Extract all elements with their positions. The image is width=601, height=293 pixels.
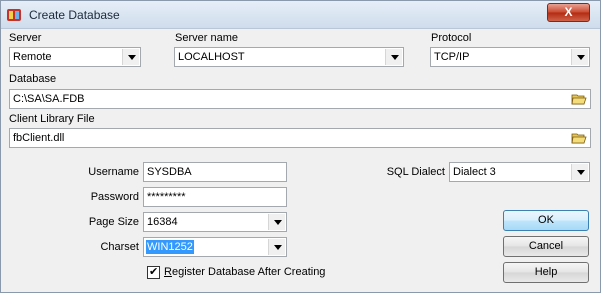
charset-label: Charset <box>100 241 139 253</box>
server-value: Remote <box>13 51 52 63</box>
server-select[interactable]: Remote <box>9 47 141 67</box>
folder-open-icon[interactable] <box>571 131 587 145</box>
window-title: Create Database <box>29 8 120 22</box>
chevron-down-icon[interactable] <box>571 164 588 180</box>
chevron-down-icon[interactable] <box>385 49 402 65</box>
client-library-field[interactable]: fbClient.dll <box>9 128 591 148</box>
help-button[interactable]: Help <box>503 262 589 283</box>
protocol-label: Protocol <box>431 32 472 44</box>
ok-button[interactable]: OK <box>503 210 589 231</box>
sql-dialect-select[interactable]: Dialect 3 <box>449 162 590 182</box>
folder-open-icon[interactable] <box>571 92 587 106</box>
page-size-value: 16384 <box>147 216 178 228</box>
protocol-value: TCP/IP <box>434 51 470 63</box>
register-mnemonic: R <box>164 266 172 278</box>
database-label: Database <box>9 73 57 85</box>
client-library-label: Client Library File <box>9 113 95 125</box>
server-name-label: Server name <box>175 32 238 44</box>
client-library-value: fbClient.dll <box>13 132 65 144</box>
close-button[interactable]: X <box>547 3 590 22</box>
password-field[interactable]: ********* <box>143 187 287 207</box>
server-name-select[interactable]: LOCALHOST <box>174 47 404 67</box>
charset-select[interactable]: WIN1252 <box>143 237 287 257</box>
database-app-icon <box>7 9 21 21</box>
database-path-field[interactable]: C:\SA\SA.FDB <box>9 89 591 109</box>
username-label: Username <box>88 166 139 178</box>
register-label-rest: egister Database After Creating <box>171 266 326 278</box>
chevron-down-icon[interactable] <box>268 214 285 230</box>
password-value: ********* <box>147 191 186 203</box>
title-bar: Create Database X <box>1 1 600 29</box>
server-name-value: LOCALHOST <box>178 51 245 63</box>
register-database-label[interactable]: Register Database After Creating <box>164 266 325 278</box>
charset-value: WIN1252 <box>146 240 194 254</box>
close-icon: X <box>564 5 573 19</box>
page-size-select[interactable]: 16384 <box>143 212 287 232</box>
sql-dialect-label: SQL Dialect <box>386 166 445 178</box>
sql-dialect-value: Dialect 3 <box>453 166 496 178</box>
register-database-checkbox[interactable] <box>147 265 160 279</box>
username-field[interactable]: SYSDBA <box>143 162 287 182</box>
database-path-value: C:\SA\SA.FDB <box>13 93 85 105</box>
server-label: Server <box>9 32 42 44</box>
password-label: Password <box>90 191 139 203</box>
protocol-select[interactable]: TCP/IP <box>430 47 590 67</box>
chevron-down-icon[interactable] <box>268 239 285 255</box>
username-value: SYSDBA <box>147 166 192 178</box>
page-size-label: Page Size <box>88 216 139 228</box>
cancel-button[interactable]: Cancel <box>503 236 589 257</box>
create-database-dialog: Create Database X Server Server name Pro… <box>0 0 601 293</box>
chevron-down-icon[interactable] <box>122 49 139 65</box>
chevron-down-icon[interactable] <box>571 49 588 65</box>
